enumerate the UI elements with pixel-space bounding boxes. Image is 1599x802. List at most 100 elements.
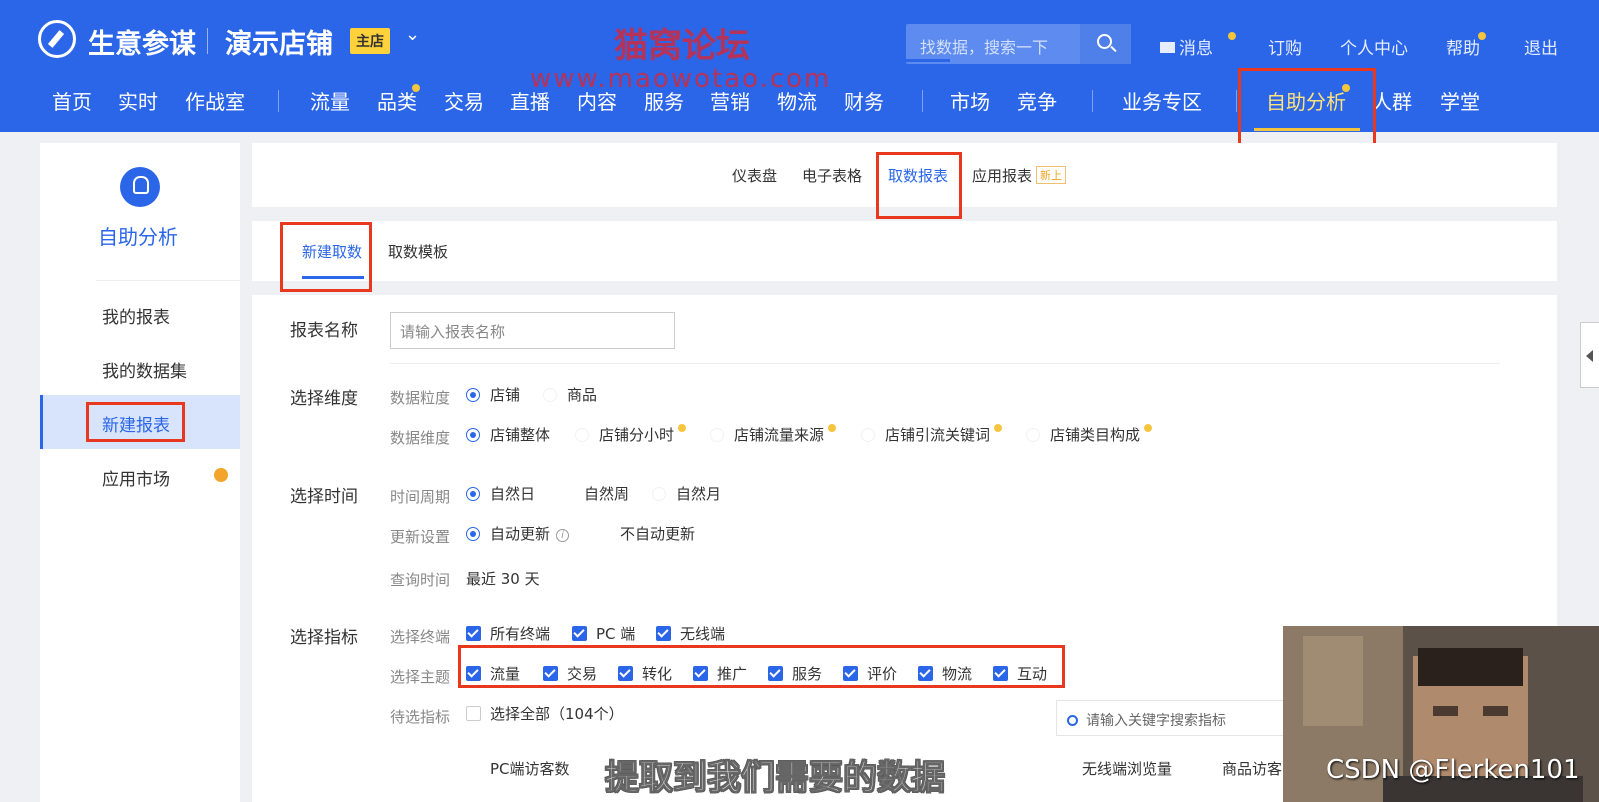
report-name-input[interactable]: 请输入报表名称 xyxy=(390,312,675,349)
tab-spreadsheet[interactable]: 电子表格 xyxy=(802,165,862,186)
dimension-option-overall[interactable]: 店铺整体 xyxy=(466,424,550,445)
info-icon[interactable]: i xyxy=(556,529,570,542)
nav-item-category[interactable]: 品类 xyxy=(377,86,417,115)
notice-dot xyxy=(1228,32,1236,40)
nav-item-war-room[interactable]: 作战室 xyxy=(185,86,245,115)
granularity-option-shop[interactable]: 店铺 xyxy=(466,384,520,405)
sidebar-item-my-reports[interactable]: 我的报表 xyxy=(102,303,170,328)
metric-item[interactable]: 商品访客 xyxy=(1222,758,1282,779)
search-icon xyxy=(1067,715,1078,726)
radio-selected-icon xyxy=(466,388,480,402)
granularity-label: 数据粒度 xyxy=(390,389,451,407)
highlight-box-sidebar xyxy=(86,402,185,442)
tab-app-report[interactable]: 应用报表 新上 xyxy=(972,165,1067,186)
nav-item-logistics[interactable]: 物流 xyxy=(777,86,817,115)
dimension-option-category[interactable]: 店铺类目构成 xyxy=(1026,424,1153,445)
granularity-option-product[interactable]: 商品 xyxy=(543,384,597,405)
option-label: 商品 xyxy=(567,386,598,404)
terminal-option-all[interactable]: 所有终端 xyxy=(466,623,550,644)
update-option-manual[interactable]: 不自动更新 xyxy=(596,523,695,544)
notice-dot xyxy=(214,468,228,482)
option-label: 店铺 xyxy=(490,386,521,404)
period-label: 时间周期 xyxy=(390,488,451,506)
sidebar-item-app-market[interactable]: 应用市场 xyxy=(102,465,170,490)
nav-item-finance[interactable]: 财务 xyxy=(844,86,884,115)
chevron-down-icon[interactable]: ⌄ xyxy=(405,24,420,45)
option-label: 自然日 xyxy=(490,485,536,503)
radio-selected-icon xyxy=(466,428,480,442)
tab-app-report-label: 应用报表 xyxy=(972,167,1033,185)
option-label: 自然周 xyxy=(584,485,630,503)
pending-metrics-label: 待选指标 xyxy=(390,708,451,726)
metric-item[interactable]: 无线端浏览量 xyxy=(1082,758,1172,779)
update-option-auto[interactable]: 自动更新 i xyxy=(466,523,570,544)
select-all-metrics[interactable]: 选择全部（104个） xyxy=(466,703,624,724)
nav-item-live[interactable]: 直播 xyxy=(510,86,550,115)
nav-item-crowd[interactable]: 人群 xyxy=(1372,86,1412,115)
dimension-option-hourly[interactable]: 店铺分小时 xyxy=(575,424,687,445)
logout-link[interactable]: 退出 xyxy=(1524,34,1558,59)
nav-item-market[interactable]: 市场 xyxy=(950,86,990,115)
terminal-label: 选择终端 xyxy=(390,628,451,646)
period-option-month[interactable]: 自然月 xyxy=(652,483,721,504)
nav-divider xyxy=(1236,90,1237,112)
sidebar-divider xyxy=(96,280,240,281)
option-label: PC 端 xyxy=(596,625,636,643)
radio-icon xyxy=(560,487,574,501)
option-label: 店铺类目构成 xyxy=(1050,426,1141,444)
tab-dashboard[interactable]: 仪表盘 xyxy=(732,165,777,186)
checkbox-checked-icon xyxy=(656,626,671,641)
highlight-box-subtab xyxy=(280,222,372,292)
personal-center-link[interactable]: 个人中心 xyxy=(1340,34,1408,59)
webcam-hair xyxy=(1418,648,1523,686)
help-link[interactable]: 帮助 xyxy=(1446,34,1480,59)
nav-item-academy[interactable]: 学堂 xyxy=(1440,86,1480,115)
nav-item-content[interactable]: 内容 xyxy=(577,86,617,115)
nav-item-business-zone[interactable]: 业务专区 xyxy=(1122,86,1202,115)
highlight-box-tab xyxy=(876,152,962,219)
nav-item-realtime[interactable]: 实时 xyxy=(118,86,158,115)
option-label: 自动更新 xyxy=(490,525,551,543)
mail-icon xyxy=(1160,42,1175,53)
radio-icon xyxy=(861,428,875,442)
metric-item[interactable]: PC端访客数 xyxy=(490,758,570,779)
sidebar: 自助分析 我的报表 我的数据集 新建报表 应用市场 xyxy=(40,143,240,802)
compass-logo-icon[interactable] xyxy=(38,20,76,58)
search-input[interactable]: 找数据，搜索一下 xyxy=(920,34,1048,58)
highlight-box-nav xyxy=(1238,68,1376,146)
nav-item-home[interactable]: 首页 xyxy=(52,86,92,115)
nav-item-trade[interactable]: 交易 xyxy=(444,86,484,115)
report-name-label: 报表名称 xyxy=(290,321,358,341)
period-option-day[interactable]: 自然日 xyxy=(466,483,535,504)
form-divider xyxy=(390,363,1500,364)
option-label: 不自动更新 xyxy=(620,525,696,543)
brand-name[interactable]: 生意参谋 xyxy=(88,22,196,61)
dimension-option-keywords[interactable]: 店铺引流关键词 xyxy=(861,424,1003,445)
subscribe-link[interactable]: 订购 xyxy=(1268,34,1302,59)
search-icon xyxy=(1097,34,1112,49)
radio-icon xyxy=(652,487,666,501)
radio-icon xyxy=(1026,428,1040,442)
nav-item-competition[interactable]: 竞争 xyxy=(1017,86,1057,115)
metric-keyword-search[interactable]: 请输入关键字搜索指标 xyxy=(1056,700,1291,736)
dimension-option-traffic-source[interactable]: 店铺流量来源 xyxy=(710,424,837,445)
sidebar-item-my-datasets[interactable]: 我的数据集 xyxy=(102,357,187,382)
notice-dot xyxy=(412,84,420,92)
collapse-handle[interactable] xyxy=(1580,322,1599,388)
nav-item-traffic[interactable]: 流量 xyxy=(310,86,350,115)
search-button[interactable] xyxy=(1080,24,1131,64)
terminal-option-pc[interactable]: PC 端 xyxy=(572,623,635,644)
nav-item-service[interactable]: 服务 xyxy=(644,86,684,115)
notice-dot xyxy=(678,424,687,432)
notice-dot xyxy=(1144,424,1153,432)
messages-link[interactable]: 消息 xyxy=(1160,34,1213,59)
dimension-label: 数据维度 xyxy=(390,429,451,447)
nav-item-marketing[interactable]: 营销 xyxy=(710,86,750,115)
period-option-week[interactable]: 自然周 xyxy=(560,483,629,504)
terminal-option-wireless[interactable]: 无线端 xyxy=(656,623,725,644)
checkbox-checked-icon xyxy=(466,626,481,641)
radio-selected-icon xyxy=(466,527,480,541)
shop-name[interactable]: 演示店铺 xyxy=(225,22,333,61)
subtab-query-template[interactable]: 取数模板 xyxy=(388,241,448,262)
nav-divider xyxy=(922,90,923,112)
